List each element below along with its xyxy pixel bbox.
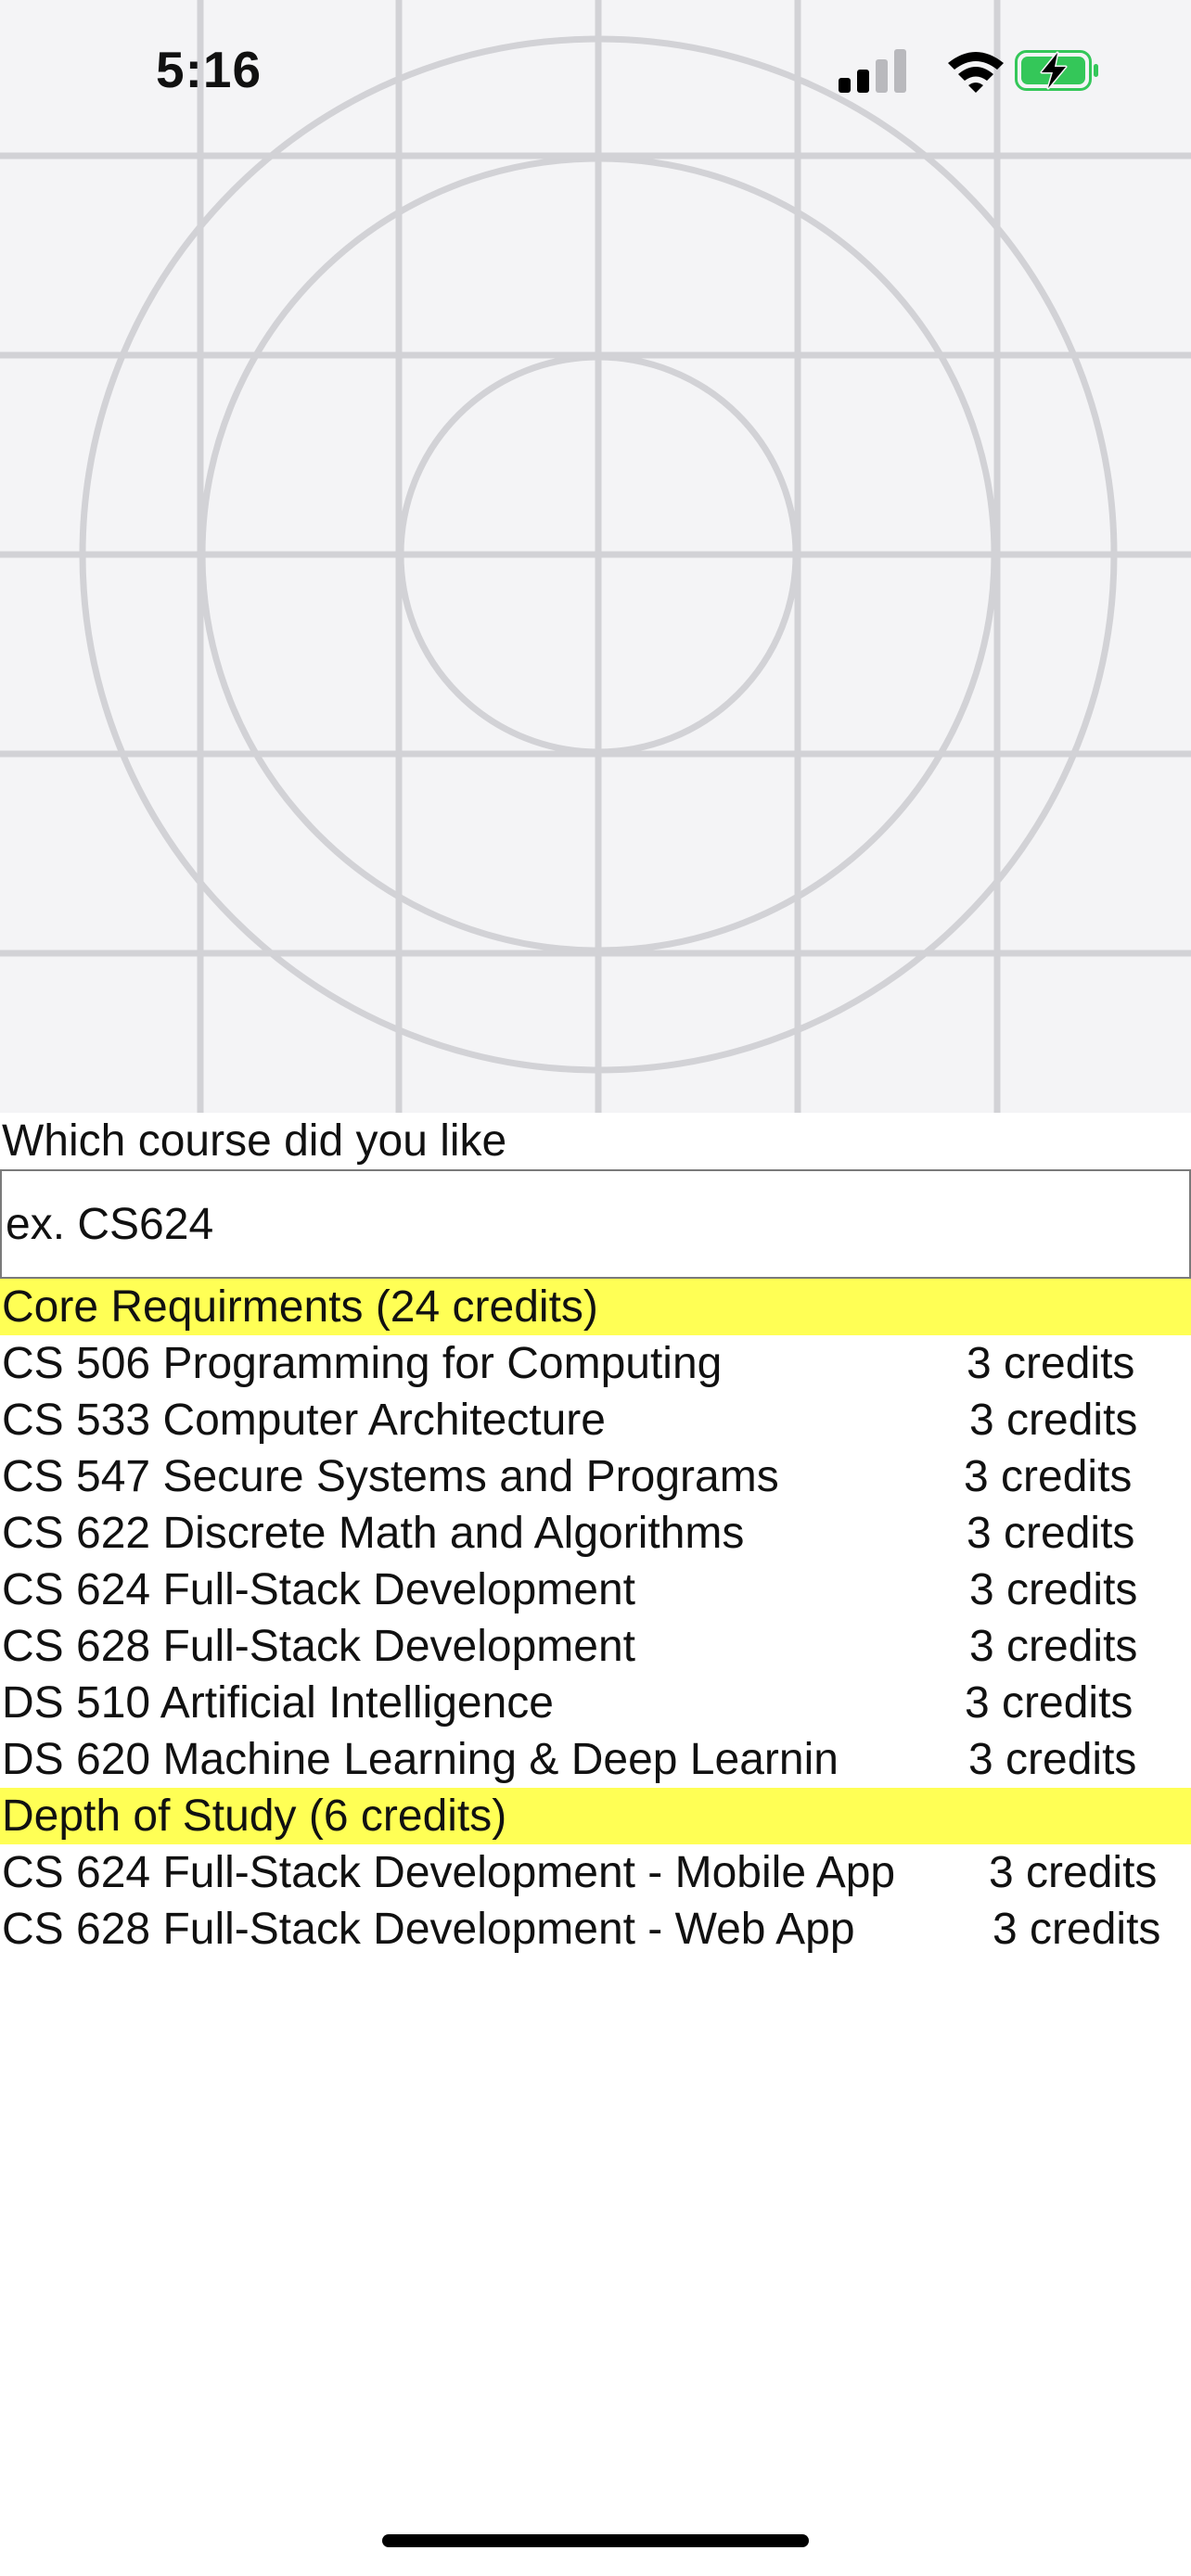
course-row: CS 622 Discrete Math and Algorithms 3 cr…	[0, 1505, 1191, 1562]
course-prompt-label: Which course did you like	[2, 1116, 507, 1166]
wifi-icon	[948, 52, 1004, 93]
cellular-signal-icon	[839, 49, 906, 93]
course-name: DS 510 Artificial Intelligence	[2, 1678, 554, 1728]
course-credits: 3 credits	[969, 1396, 1138, 1445]
course-credits: 3 credits	[967, 1509, 1135, 1558]
course-credits: 3 credits	[965, 1678, 1133, 1728]
section-header-core: Core Requirments (24 credits)	[0, 1279, 1191, 1335]
image-placeholder-icon	[0, 0, 1191, 1113]
home-indicator[interactable]	[382, 2534, 809, 2547]
course-name: CS 533 Computer Architecture	[2, 1396, 606, 1445]
course-name: CS 628 Full-Stack Development	[2, 1622, 635, 1671]
course-row: CS 624 Full-Stack Development 3 credits	[0, 1562, 1191, 1618]
course-credits: 3 credits	[989, 1848, 1158, 1897]
course-credits: 3 credits	[967, 1339, 1135, 1388]
course-row: DS 510 Artificial Intelligence 3 credits	[0, 1675, 1191, 1731]
section-depth: Depth of Study (6 credits) CS 624 Full-S…	[0, 1788, 1191, 1958]
course-name: CS 547 Secure Systems and Programs	[2, 1452, 779, 1501]
battery-charging-icon	[1015, 50, 1098, 91]
course-name: CS 624 Full-Stack Development - Mobile A…	[2, 1848, 896, 1897]
course-credits: 3 credits	[964, 1452, 1133, 1501]
course-content: Which course did you like Core Requirmen…	[0, 1113, 1191, 1958]
status-icons	[839, 45, 1098, 96]
placeholder-image	[0, 0, 1191, 1113]
status-time: 5:16	[156, 41, 263, 98]
course-row: CS 533 Computer Architecture 3 credits	[0, 1392, 1191, 1448]
course-name: CS 628 Full-Stack Development - Web App	[2, 1905, 855, 1954]
course-input[interactable]	[0, 1169, 1191, 1279]
course-row: DS 620 Machine Learning & Deep Learnin 3…	[0, 1731, 1191, 1788]
course-name: CS 624 Full-Stack Development	[2, 1565, 635, 1614]
course-row: CS 628 Full-Stack Development - Web App …	[0, 1901, 1191, 1958]
course-name: DS 620 Machine Learning & Deep Learnin	[2, 1735, 839, 1784]
course-row: CS 628 Full-Stack Development 3 credits	[0, 1618, 1191, 1675]
course-credits: 3 credits	[969, 1622, 1138, 1671]
course-name: CS 622 Discrete Math and Algorithms	[2, 1509, 745, 1558]
course-name: CS 506 Programming for Computing	[2, 1339, 723, 1388]
course-row: CS 506 Programming for Computing 3 credi…	[0, 1335, 1191, 1392]
section-header-depth: Depth of Study (6 credits)	[0, 1788, 1191, 1844]
course-row: CS 624 Full-Stack Development - Mobile A…	[0, 1844, 1191, 1901]
status-bar: 5:16	[0, 0, 1191, 139]
section-core: Core Requirments (24 credits) CS 506 Pro…	[0, 1279, 1191, 1788]
course-credits: 3 credits	[992, 1905, 1161, 1954]
course-credits: 3 credits	[968, 1735, 1137, 1784]
course-row: CS 547 Secure Systems and Programs 3 cre…	[0, 1448, 1191, 1505]
course-credits: 3 credits	[969, 1565, 1138, 1614]
